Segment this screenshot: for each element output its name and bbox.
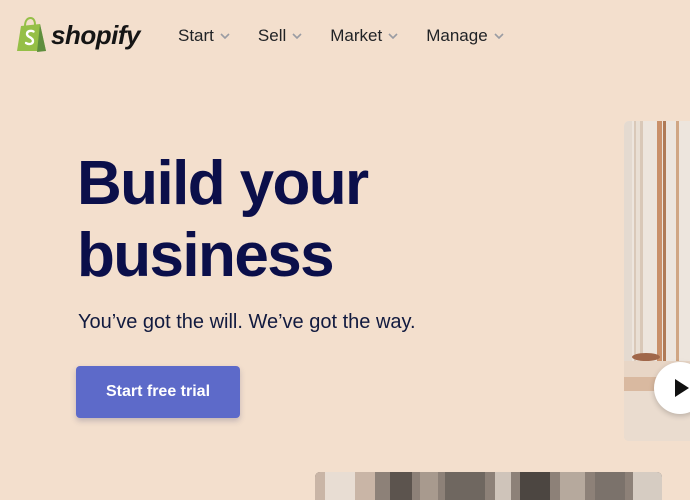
nav-item-label: Market bbox=[330, 26, 383, 45]
site-header: shopify Start Sell Market Manage bbox=[0, 0, 690, 72]
secondary-photo-card bbox=[315, 472, 662, 500]
chevron-down-icon bbox=[388, 33, 398, 39]
hero-title-line-1: Build your bbox=[77, 149, 369, 218]
nav-item-label: Start bbox=[178, 26, 214, 45]
hero-title-line-2: business bbox=[77, 221, 335, 290]
hero-title: Build your business bbox=[77, 148, 437, 292]
logo-wordmark: shopify bbox=[51, 19, 140, 50]
nav-item-manage[interactable]: Manage bbox=[426, 26, 504, 46]
chevron-down-icon bbox=[220, 33, 230, 39]
nav-item-label: Manage bbox=[426, 26, 488, 45]
nav-item-label: Sell bbox=[257, 26, 287, 45]
shopify-bag-icon bbox=[17, 17, 46, 52]
nav-item-start[interactable]: Start bbox=[178, 26, 230, 46]
shopify-logo[interactable]: shopify bbox=[15, 17, 140, 53]
chevron-down-icon bbox=[494, 33, 504, 39]
nav-item-market[interactable]: Market bbox=[330, 26, 398, 46]
chevron-down-icon bbox=[292, 33, 302, 39]
page: shopify Start Sell Market Manage Build y… bbox=[0, 0, 690, 500]
secondary-photo bbox=[315, 472, 662, 500]
start-free-trial-button[interactable]: Start free trial bbox=[76, 366, 240, 418]
play-icon bbox=[675, 379, 689, 397]
main-nav: Start Sell Market Manage bbox=[178, 26, 532, 46]
nav-item-sell[interactable]: Sell bbox=[258, 26, 302, 46]
hero-subtitle: You’ve got the will. We’ve got the way. bbox=[78, 311, 416, 333]
